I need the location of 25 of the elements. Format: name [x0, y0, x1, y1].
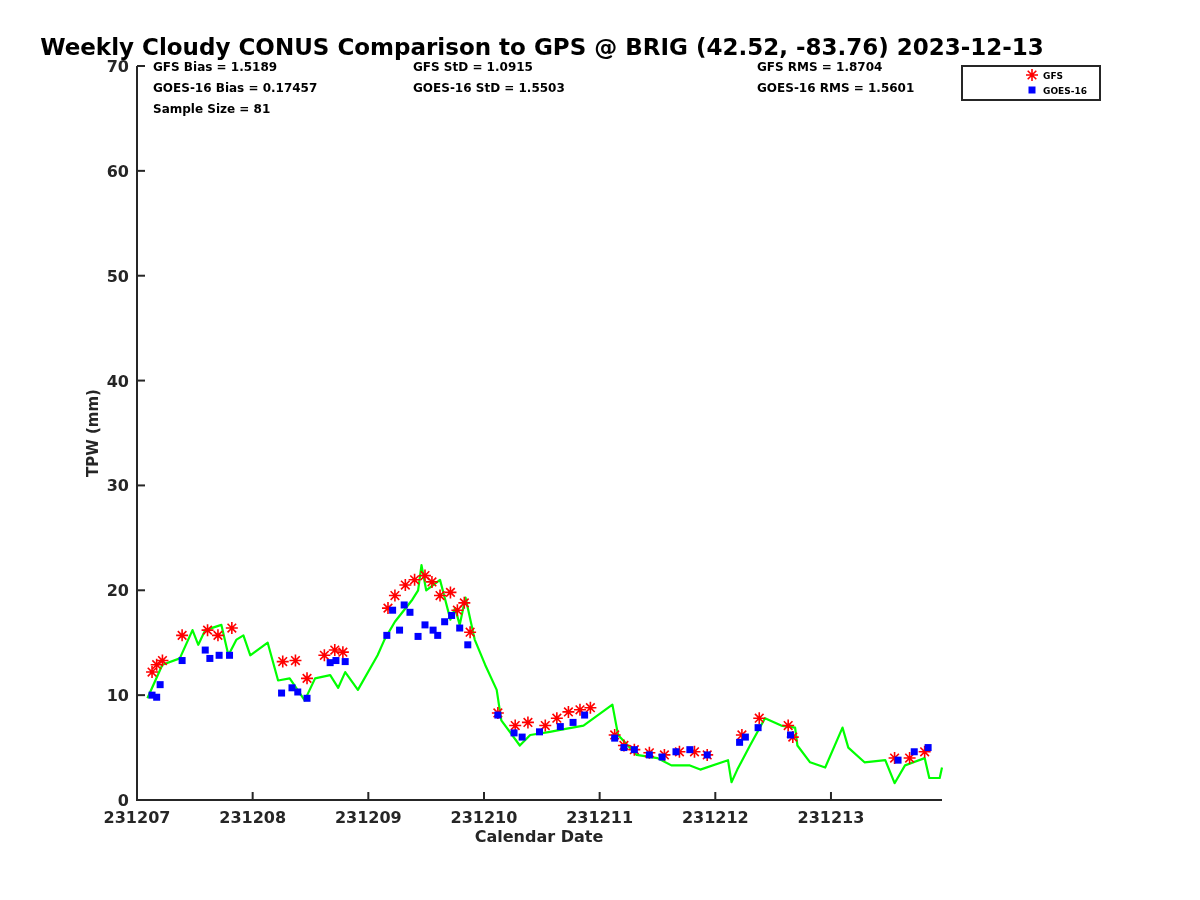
y-tick-label: 10	[106, 686, 129, 706]
statistic-text: GFS StD = 1.0915	[413, 60, 533, 74]
y-tick-label: 30	[106, 476, 129, 496]
y-tick-label: 60	[106, 161, 129, 181]
statistic-text: GOES-16 RMS = 1.5601	[757, 81, 915, 95]
x-tick-label: 231208	[219, 808, 287, 827]
y-tick-label: 0	[117, 791, 129, 810]
x-axis-label: Calendar Date	[474, 827, 604, 846]
y-tick-label: 20	[106, 581, 129, 601]
y-axis-label: TPW (mm)	[84, 389, 102, 477]
x-tick-label: 231213	[797, 808, 865, 827]
statistic-text: GOES-16 Bias = 0.17457	[153, 81, 318, 95]
x-tick-label: 231210	[450, 808, 518, 827]
x-tick-label: 231211	[566, 808, 634, 827]
legend-label: GFS	[1043, 71, 1064, 81]
statistic-text: GOES-16 StD = 1.5503	[413, 81, 565, 95]
statistic-text: Sample Size = 81	[153, 102, 271, 116]
x-tick-label: 231212	[681, 808, 749, 827]
x-tick-label: 231209	[334, 808, 402, 827]
x-tick-label: 231207	[103, 808, 171, 827]
y-tick-label: 50	[106, 266, 129, 286]
y-tick-label: 40	[106, 371, 129, 391]
statistic-text: GFS RMS = 1.8704	[757, 60, 883, 74]
statistic-text: GFS Bias = 1.5189	[153, 60, 278, 74]
legend-label: GOES-16	[1043, 86, 1087, 96]
